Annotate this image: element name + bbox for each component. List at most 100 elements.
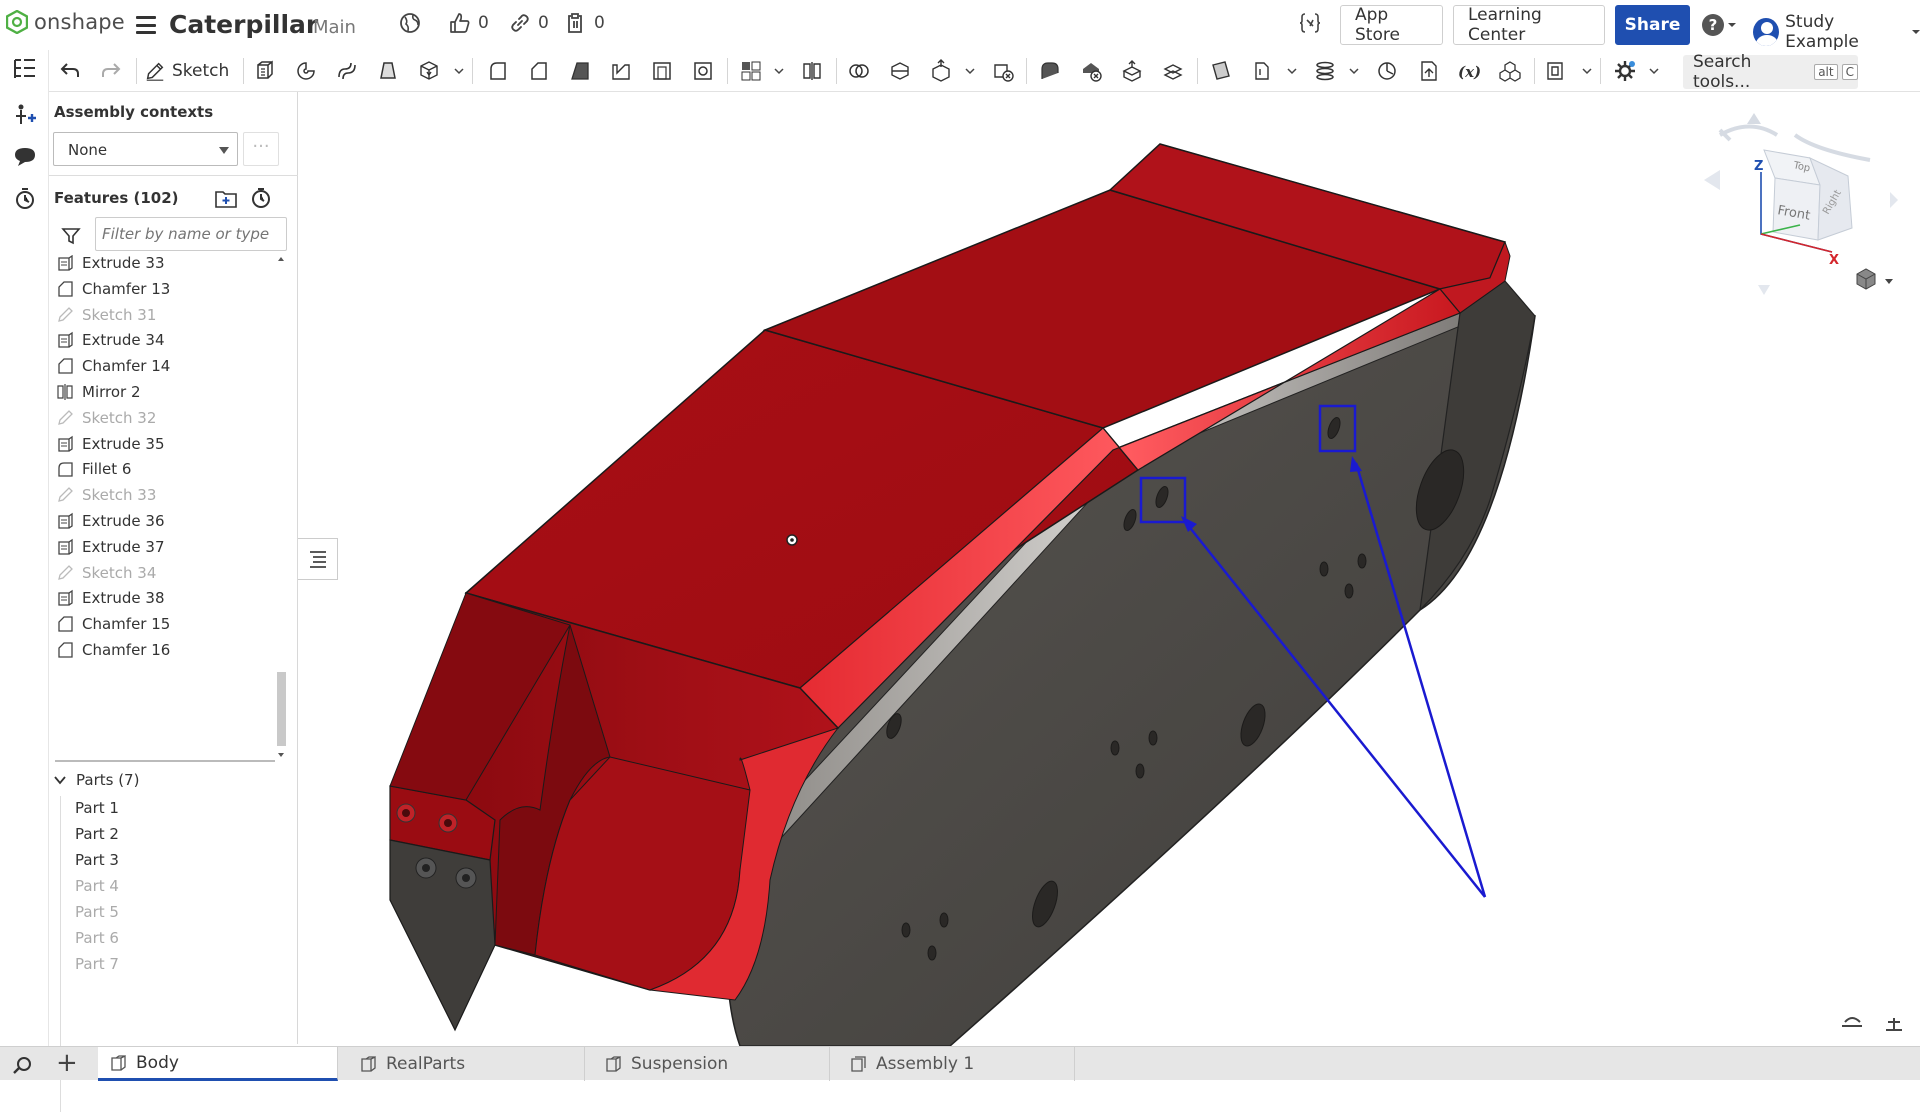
sketch-button[interactable]: Sketch — [144, 58, 229, 84]
feature-item[interactable]: Extrude 33 — [56, 255, 165, 276]
settings-dropdown[interactable] — [1647, 60, 1661, 82]
shell-tool[interactable] — [648, 58, 676, 84]
search-tools-input[interactable]: Search tools... alt C — [1683, 52, 1858, 92]
draft-tool[interactable] — [566, 58, 594, 84]
assembly-context-more-button[interactable]: ··· — [243, 132, 279, 166]
like-button[interactable]: 0 — [448, 11, 489, 35]
derived-tool[interactable] — [1414, 58, 1442, 84]
plane-tool[interactable] — [1207, 58, 1235, 84]
measure-tool[interactable] — [1373, 58, 1401, 84]
feature-item[interactable]: Sketch 33 — [56, 482, 156, 508]
variable-tool[interactable]: (x) — [1455, 58, 1483, 84]
chamfer-tool[interactable] — [525, 58, 553, 84]
rib-tool[interactable] — [607, 58, 635, 84]
more-tools-dropdown[interactable] — [452, 60, 466, 82]
copies-button[interactable]: 0 — [564, 11, 605, 35]
mirror-tool[interactable] — [798, 58, 826, 84]
undo-button[interactable] — [56, 58, 84, 84]
frame-dropdown[interactable] — [1580, 60, 1594, 82]
menu-icon[interactable] — [136, 16, 156, 34]
feature-item[interactable]: Sketch 34 — [56, 560, 156, 586]
feature-item[interactable]: Extrude 38 — [56, 585, 165, 611]
feature-filter-input[interactable] — [95, 217, 287, 251]
redo-button[interactable] — [97, 58, 125, 84]
assembly-context-select[interactable]: None — [53, 132, 238, 166]
learning-center-button[interactable]: Learning Center — [1453, 5, 1605, 45]
document-title[interactable]: Caterpillar — [169, 10, 318, 39]
scroll-down-icon[interactable] — [277, 751, 285, 759]
app-store-button[interactable]: App Store — [1340, 5, 1443, 45]
feature-item[interactable]: Extrude 37 — [56, 534, 165, 560]
pattern-dropdown[interactable] — [772, 60, 786, 82]
delete-face-tool[interactable] — [1077, 58, 1105, 84]
versions-history-icon[interactable] — [12, 186, 38, 212]
plane-dropdown[interactable] — [1285, 60, 1299, 82]
mate-connector-tool[interactable] — [1248, 58, 1276, 84]
hole-tool[interactable] — [689, 58, 717, 84]
fillet-tool[interactable] — [484, 58, 512, 84]
transform-dropdown[interactable] — [963, 60, 977, 82]
feature-item[interactable]: Chamfer 15 — [56, 611, 170, 637]
part-item[interactable]: Part 5 — [75, 903, 119, 921]
feature-item[interactable]: Extrude 35 — [56, 431, 165, 457]
search-tabs-icon[interactable] — [12, 1054, 34, 1076]
thicken-tool[interactable] — [415, 58, 443, 84]
feature-item[interactable]: Chamfer 14 — [56, 353, 170, 379]
feature-item[interactable]: Sketch 32 — [56, 405, 156, 431]
table-of-contents-button[interactable] — [298, 538, 338, 580]
frame-tool[interactable] — [1541, 58, 1569, 84]
add-tab-button[interactable]: + — [56, 1050, 78, 1076]
share-button[interactable]: Share — [1615, 5, 1690, 45]
view-cube[interactable]: Top Front Right Z X — [1704, 113, 1898, 295]
tab-suspension[interactable]: Suspension — [593, 1047, 830, 1081]
model-view[interactable]: Top Front Right Z X — [298, 92, 1920, 1046]
feature-item[interactable]: Sketch 31 — [56, 302, 156, 328]
helix-tool[interactable] — [1311, 58, 1339, 84]
parts-section-header[interactable]: Parts (7) — [54, 771, 139, 789]
modify-fillet-tool[interactable] — [1036, 58, 1064, 84]
scroll-up-icon[interactable] — [277, 255, 285, 263]
bottom-right-view-icons[interactable] — [1842, 1017, 1902, 1031]
delete-part-tool[interactable] — [989, 58, 1017, 84]
replace-face-tool[interactable] — [1159, 58, 1187, 84]
part-item[interactable]: Part 1 — [75, 799, 119, 817]
filter-icon[interactable] — [61, 226, 81, 246]
split-tool[interactable] — [886, 58, 914, 84]
transform-tool[interactable] — [927, 58, 955, 84]
insert-part-icon[interactable] — [12, 102, 38, 128]
tab-assembly-1[interactable]: Assembly 1 — [838, 1047, 1075, 1081]
scrollbar-thumb[interactable] — [277, 672, 286, 746]
help-menu[interactable]: ? — [1702, 14, 1737, 36]
view-mode-menu[interactable] — [1856, 268, 1893, 290]
extrude-tool[interactable] — [251, 58, 279, 84]
add-folder-icon[interactable] — [214, 187, 238, 209]
feature-list-icon[interactable] — [12, 56, 38, 82]
feature-item[interactable]: Chamfer 13 — [56, 276, 170, 302]
rollback-timer-icon[interactable] — [250, 187, 272, 209]
links-button[interactable]: 0 — [508, 11, 549, 35]
settings-tool[interactable] — [1611, 58, 1639, 84]
user-menu[interactable]: Study Example — [1753, 12, 1920, 52]
tab-body[interactable]: Body — [98, 1047, 338, 1081]
curve-dropdown[interactable] — [1347, 60, 1361, 82]
revolve-tool[interactable] — [292, 58, 320, 84]
document-branch[interactable]: Main — [313, 17, 356, 38]
loft-tool[interactable] — [374, 58, 402, 84]
tab-realparts[interactable]: RealParts — [348, 1047, 585, 1081]
comments-icon[interactable] — [12, 144, 38, 170]
boolean-tool[interactable] — [845, 58, 873, 84]
feature-item[interactable]: Extrude 36 — [56, 508, 165, 534]
part-item[interactable]: Part 6 — [75, 929, 119, 947]
feature-item[interactable]: Chamfer 16 — [56, 637, 170, 663]
globe-icon[interactable] — [398, 11, 422, 35]
graphics-viewport[interactable]: Top Front Right Z X (x) — [298, 92, 1920, 1046]
feature-item[interactable]: Mirror 2 — [56, 379, 141, 405]
part-item[interactable]: Part 4 — [75, 877, 119, 895]
part-item[interactable]: Part 3 — [75, 851, 119, 869]
linear-pattern-tool[interactable] — [737, 58, 765, 84]
part-item[interactable]: Part 2 — [75, 825, 119, 843]
move-face-tool[interactable] — [1118, 58, 1146, 84]
sheet-metal-tool[interactable] — [1496, 58, 1524, 84]
feature-item[interactable]: Extrude 34 — [56, 327, 165, 353]
sweep-tool[interactable] — [333, 58, 361, 84]
